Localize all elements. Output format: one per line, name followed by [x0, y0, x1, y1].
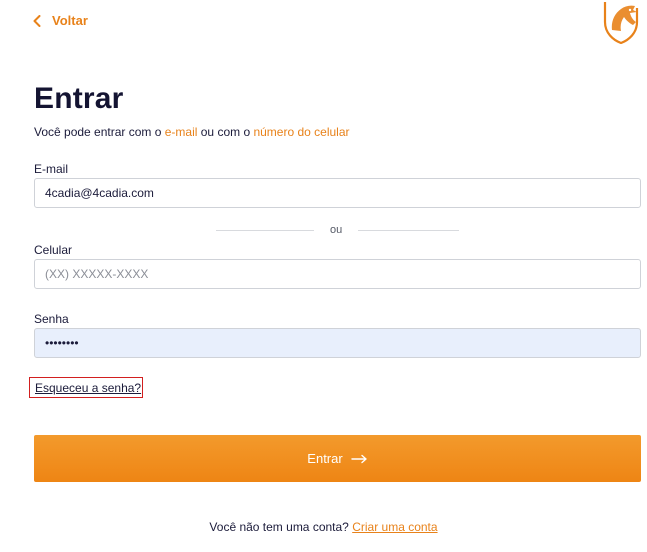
- forgot-password-highlight: Esqueceu a senha?: [29, 377, 143, 398]
- login-submit-button[interactable]: Entrar: [34, 435, 641, 482]
- email-option-link[interactable]: e-mail: [165, 125, 198, 139]
- email-label: E-mail: [34, 162, 69, 176]
- page-subtitle: Você pode entrar com o e-mail ou com o n…: [34, 125, 350, 139]
- divider-line-left: [216, 230, 314, 231]
- signup-prompt-text: Você não tem uma conta?: [209, 520, 353, 534]
- password-field[interactable]: [34, 328, 641, 358]
- phone-label: Celular: [34, 243, 73, 257]
- chevron-left-icon: [33, 14, 41, 27]
- forgot-password-link[interactable]: Esqueceu a senha?: [35, 381, 141, 395]
- submit-label: Entrar: [307, 451, 343, 466]
- create-account-link[interactable]: Criar uma conta: [352, 520, 437, 534]
- back-link[interactable]: Voltar: [33, 13, 88, 28]
- phone-field[interactable]: [34, 259, 641, 289]
- horse-shield-icon: [600, 0, 642, 45]
- divider-line-right: [358, 230, 459, 231]
- phone-option-link[interactable]: número do celular: [253, 125, 349, 139]
- arrow-right-icon: [351, 454, 367, 463]
- signup-prompt: Você não tem uma conta? Criar uma conta: [0, 520, 647, 534]
- page-title: Entrar: [34, 82, 124, 115]
- divider-text: ou: [330, 224, 343, 236]
- or-divider: ou: [216, 224, 459, 244]
- subtitle-middle: ou com o: [197, 125, 254, 139]
- password-label: Senha: [34, 312, 69, 326]
- subtitle-prefix: Você pode entrar com o: [34, 125, 165, 139]
- back-label: Voltar: [52, 13, 88, 28]
- email-field[interactable]: [34, 178, 641, 208]
